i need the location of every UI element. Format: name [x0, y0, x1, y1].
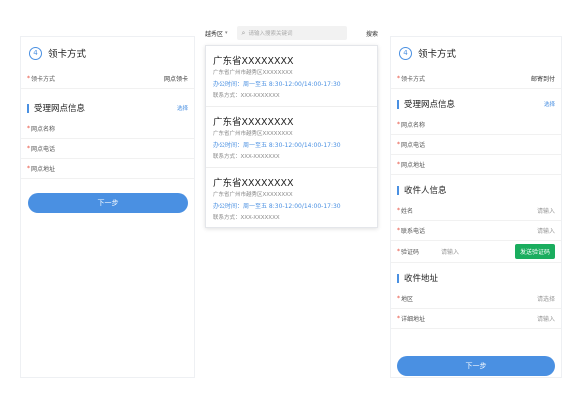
region-placeholder: 请选择 [536, 296, 555, 303]
required-mark: * [27, 145, 30, 152]
outlet-section-header: 受理网点信息 选择 [21, 97, 194, 119]
region-field[interactable]: * 地区 请选择 [391, 289, 561, 309]
search-button[interactable]: 搜索 [366, 29, 378, 38]
required-mark: * [397, 227, 400, 234]
detail-address-label: 详细地址 [401, 316, 426, 323]
step-header: 4 领卡方式 [21, 37, 194, 69]
outlet-address-row[interactable]: * 网点地址 [21, 159, 194, 179]
outlet-phone-label: 网点电话 [401, 142, 426, 149]
code-label: 验证码 [401, 249, 420, 256]
required-mark: * [27, 125, 30, 132]
card-method-value: 网点领卡 [163, 76, 188, 83]
outlet-card-title: 广东省XXXXXXXX [213, 56, 294, 67]
step-header: 4 领卡方式 [391, 37, 561, 69]
phone-label: 联系电话 [401, 228, 426, 235]
verification-code-field[interactable]: * 验证码 请输入 发送验证码 [391, 241, 561, 263]
card-method-label: 领卡方式 [401, 76, 426, 83]
required-mark: * [397, 295, 400, 302]
step-number-badge: 4 [399, 46, 412, 60]
outlet-section-title: 受理网点信息 [34, 104, 86, 114]
required-mark: * [397, 315, 400, 322]
outlet-address-label: 网点地址 [401, 162, 426, 169]
outlet-phone-label: 网点电话 [31, 146, 56, 153]
left-form-panel: 4 领卡方式 * 领卡方式 网点领卡 受理网点信息 选择 * 网点名称 * 网点… [20, 36, 195, 378]
required-mark: * [27, 165, 30, 172]
search-placeholder: 请输入搜索关键词 [248, 31, 293, 37]
outlet-section-header: 受理网点信息 选择 [391, 93, 561, 115]
outlet-address-label: 网点地址 [31, 166, 56, 173]
required-mark: * [397, 121, 400, 128]
outlet-card-address: 广东省广州市越秀区XXXXXXXX [213, 192, 293, 198]
step-title: 领卡方式 [48, 49, 87, 60]
section-bar [27, 103, 29, 113]
phone-field[interactable]: * 联系电话 请输入 [391, 221, 561, 241]
address-section-header: 收件地址 [391, 267, 561, 289]
outlet-card[interactable]: 广东省XXXXXXXX 广东省广州市越秀区XXXXXXXX 办公时间：周一至五 … [206, 107, 377, 168]
required-mark: * [397, 161, 400, 168]
card-method-row[interactable]: * 领卡方式 邮寄到付 [391, 69, 561, 89]
select-outlet-link[interactable]: 选择 [544, 100, 555, 108]
detail-address-field[interactable]: * 详细地址 请输入 [391, 309, 561, 329]
outlet-section-title: 受理网点信息 [404, 100, 456, 110]
outlet-card-phone: 联系方式：XXX-XXXXXXX [213, 154, 280, 160]
chevron-down-icon: ▾ [225, 30, 228, 36]
outlet-phone-row[interactable]: * 网点电话 [391, 135, 561, 155]
district-label: 越秀区 [205, 30, 224, 38]
search-bar: 越秀区 ▾ ⌕ 请输入搜索关键词 搜索 [205, 24, 378, 42]
step-number-badge: 4 [29, 46, 42, 60]
name-field[interactable]: * 姓名 请输入 [391, 201, 561, 221]
outlet-card-title: 广东省XXXXXXXX [213, 178, 294, 189]
next-step-button[interactable]: 下一步 [28, 193, 188, 213]
right-form-panel: 4 领卡方式 * 领卡方式 邮寄到付 受理网点信息 选择 * 网点名称 * 网点… [390, 36, 562, 378]
outlet-card-title: 广东省XXXXXXXX [213, 117, 294, 128]
required-mark: * [27, 75, 30, 82]
search-icon: ⌕ [241, 28, 246, 37]
required-mark: * [397, 141, 400, 148]
outlet-name-row[interactable]: * 网点名称 [391, 115, 561, 135]
card-method-row[interactable]: * 领卡方式 网点领卡 [21, 69, 194, 89]
outlet-name-label: 网点名称 [31, 126, 56, 133]
card-method-value: 邮寄到付 [530, 76, 555, 83]
outlet-card-hours: 办公时间：周一至五 8:30-12:00/14:00-17:30 [213, 203, 341, 210]
outlet-card-phone: 联系方式：XXX-XXXXXXX [213, 215, 280, 221]
select-outlet-link[interactable]: 选择 [177, 104, 188, 112]
outlet-name-label: 网点名称 [401, 122, 426, 129]
outlet-card-address: 广东省广州市越秀区XXXXXXXX [213, 131, 293, 137]
phone-placeholder: 请输入 [536, 228, 555, 235]
required-mark: * [397, 207, 400, 214]
region-label: 地区 [401, 296, 414, 303]
search-input[interactable]: ⌕ 请输入搜索关键词 [236, 26, 347, 40]
card-method-label: 领卡方式 [31, 76, 56, 83]
name-label: 姓名 [401, 208, 414, 215]
required-mark: * [397, 75, 400, 82]
send-code-button[interactable]: 发送验证码 [514, 244, 555, 259]
section-bar [397, 273, 399, 283]
outlet-name-row[interactable]: * 网点名称 [21, 119, 194, 139]
section-bar [397, 99, 399, 109]
name-placeholder: 请输入 [536, 208, 555, 215]
outlet-address-row[interactable]: * 网点地址 [391, 155, 561, 175]
outlet-phone-row[interactable]: * 网点电话 [21, 139, 194, 159]
next-step-button[interactable]: 下一步 [397, 356, 555, 376]
section-bar [397, 185, 399, 195]
outlet-card-hours: 办公时间：周一至五 8:30-12:00/14:00-17:30 [213, 142, 341, 149]
outlet-card[interactable]: 广东省XXXXXXXX 广东省广州市越秀区XXXXXXXX 办公时间：周一至五 … [206, 168, 377, 229]
outlet-card-hours: 办公时间：周一至五 8:30-12:00/14:00-17:30 [213, 81, 341, 88]
code-placeholder: 请输入 [441, 249, 460, 256]
address-section-title: 收件地址 [404, 274, 439, 284]
detail-address-placeholder: 请输入 [536, 316, 555, 323]
outlet-list: 广东省XXXXXXXX 广东省广州市越秀区XXXXXXXX 办公时间：周一至五 … [205, 45, 378, 228]
required-mark: * [397, 248, 400, 255]
district-selector[interactable]: 越秀区 ▾ [205, 29, 228, 38]
step-title: 领卡方式 [418, 49, 457, 60]
outlet-card-address: 广东省广州市越秀区XXXXXXXX [213, 70, 293, 76]
outlet-card[interactable]: 广东省XXXXXXXX 广东省广州市越秀区XXXXXXXX 办公时间：周一至五 … [206, 46, 377, 107]
recipient-section-title: 收件人信息 [404, 186, 447, 196]
outlet-card-phone: 联系方式：XXX-XXXXXXX [213, 93, 280, 99]
recipient-section-header: 收件人信息 [391, 179, 561, 201]
